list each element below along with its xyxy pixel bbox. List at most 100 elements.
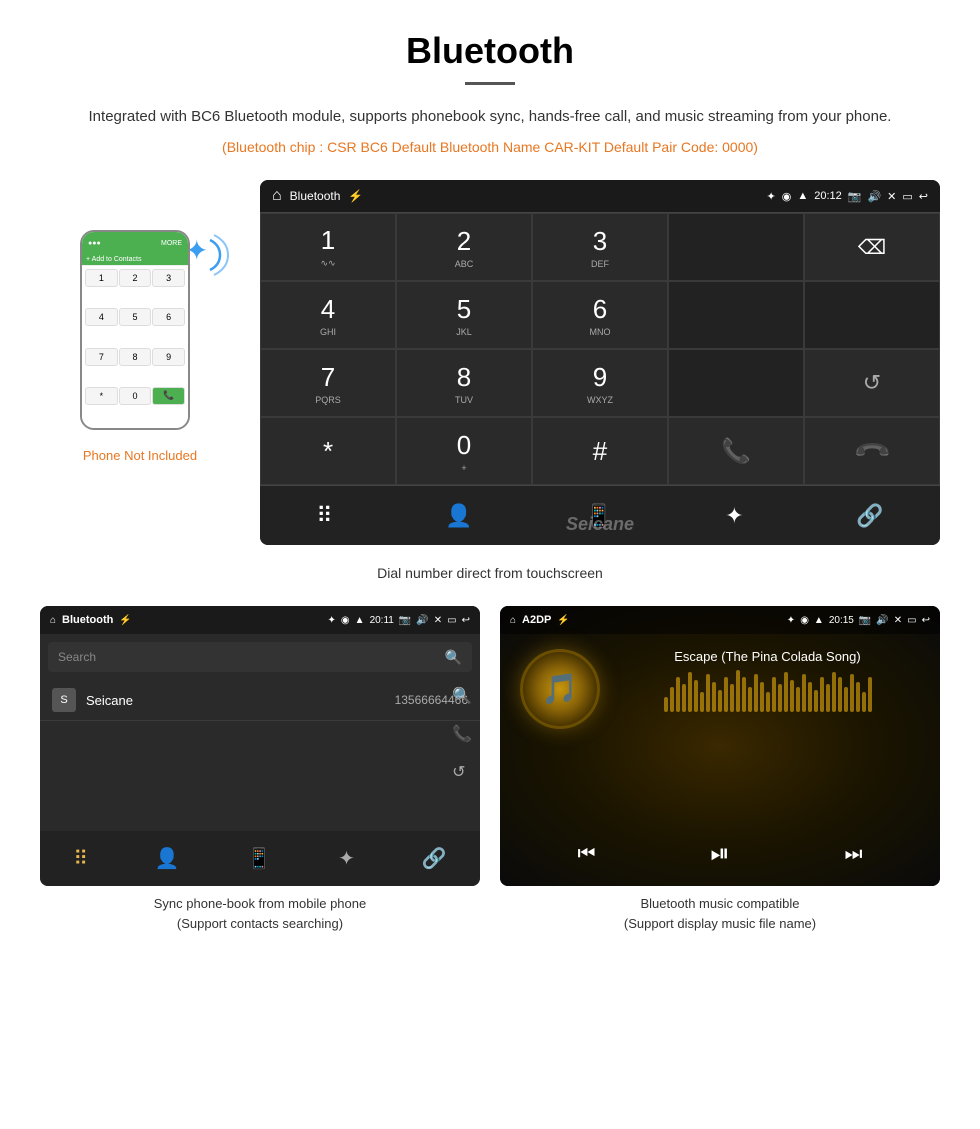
phone-key-7[interactable]: 7 [85, 348, 118, 366]
back-icon[interactable]: ↩ [919, 190, 928, 203]
pb-grid-icon[interactable]: ⠿ [73, 846, 88, 871]
dialpad-bottom-bar: ⠿ 👤 📱 ✦ 🔗 [260, 485, 940, 545]
eq-bar [784, 672, 788, 712]
eq-bar [688, 672, 692, 712]
dial-key-hash[interactable]: # [532, 417, 668, 485]
dial-key-5[interactable]: 5 JKL [396, 281, 532, 349]
phone-key-8[interactable]: 8 [119, 348, 152, 366]
eq-bar [700, 692, 704, 712]
pb-usb-icon: ⚡ [119, 615, 131, 626]
phone-contact-row: + Add to Contacts [82, 254, 188, 266]
pb-close-icon[interactable]: ✕ [434, 615, 442, 626]
pb-link-bottom-icon[interactable]: 🔗 [422, 846, 447, 871]
phone-key-5[interactable]: 5 [119, 308, 152, 326]
title-divider [465, 82, 515, 85]
pb-win-icon[interactable]: ▭ [447, 615, 456, 626]
next-track-button[interactable]: ⏭ [845, 843, 863, 866]
pb-vol-icon: 🔊 [416, 615, 428, 626]
phone-section: ✦ ●●●MORE + Add to Contacts 1 2 [40, 180, 240, 463]
music-win-icon[interactable]: ▭ [907, 615, 916, 626]
search-icon: 🔍 [445, 649, 462, 666]
bluetooth-icon[interactable]: ✦ [725, 503, 743, 529]
dial-key-call-red[interactable]: 📞 [804, 417, 940, 485]
dial-key-3[interactable]: 3 DEF [532, 213, 668, 281]
phone-key-6[interactable]: 6 [152, 308, 185, 326]
music-song-title: Escape (The Pina Colada Song) [615, 649, 920, 664]
dial-key-6[interactable]: 6 MNO [532, 281, 668, 349]
eq-bar [856, 682, 860, 712]
pb-side-search-icon[interactable]: 🔍 [452, 686, 472, 706]
volume-icon: 🔊 [867, 190, 881, 203]
dial-key-7[interactable]: 7 PQRS [260, 349, 396, 417]
phone-key-9[interactable]: 9 [152, 348, 185, 366]
link-icon[interactable]: 🔗 [856, 503, 883, 529]
music-loc-icon: ◉ [800, 615, 809, 626]
prev-track-button[interactable]: ⏮ [577, 843, 595, 866]
usb-icon: ⚡ [348, 189, 363, 203]
dial-key-backspace[interactable]: ⌫ [804, 213, 940, 281]
pb-contact-name: Seicane [86, 693, 395, 708]
music-eq [615, 672, 920, 712]
pb-bt-bottom-icon[interactable]: ✦ [338, 846, 355, 871]
dialpad-icon[interactable]: ⠿ [316, 503, 332, 529]
music-signal-icon: ▲ [814, 615, 824, 626]
main-caption: Dial number direct from touchscreen [40, 565, 940, 581]
page-title: Bluetooth [40, 30, 940, 72]
eq-bar [844, 687, 848, 712]
dial-key-star[interactable]: * [260, 417, 396, 485]
pb-contacts-icon[interactable]: 👤 [155, 846, 180, 871]
phone-key-2[interactable]: 2 [119, 269, 152, 287]
eq-bar [808, 682, 812, 712]
pb-home-icon[interactable]: ⌂ [50, 615, 56, 626]
music-back-icon[interactable]: ↩ [922, 615, 930, 626]
music-screen: ⌂ A2DP ⚡ ✦ ◉ ▲ 20:15 📷 🔊 ✕ ▭ ↩ [500, 606, 940, 886]
pb-phone-icon[interactable]: 📱 [246, 846, 271, 871]
pb-side-refresh-icon[interactable]: ↺ [452, 762, 472, 782]
pb-back-icon[interactable]: ↩ [462, 615, 470, 626]
refresh-icon: ↺ [863, 370, 881, 396]
home-icon[interactable]: ⌂ [272, 187, 282, 205]
eq-bar [742, 677, 746, 712]
pb-side-icons: 🔍 📞 ↺ [452, 686, 472, 782]
dial-key-0[interactable]: 0 + [396, 417, 532, 485]
dial-key-2[interactable]: 2 ABC [396, 213, 532, 281]
dial-key-call-green[interactable]: 📞 [668, 417, 804, 485]
dial-key-empty-1 [668, 213, 804, 281]
phone-key-call[interactable]: 📞 [152, 387, 185, 405]
status-left: ⌂ Bluetooth ⚡ [272, 187, 363, 205]
phone-illustration: ✦ ●●●MORE + Add to Contacts 1 2 [60, 200, 220, 440]
phone-key-star[interactable]: * [85, 387, 118, 405]
eq-bar [838, 677, 842, 712]
dial-key-empty-3 [804, 281, 940, 349]
window-icon[interactable]: ▭ [902, 190, 912, 203]
dial-key-refresh[interactable]: ↺ [804, 349, 940, 417]
eq-bar [760, 682, 764, 712]
pb-time: 20:11 [370, 615, 394, 626]
phone-key-0[interactable]: 0 [119, 387, 152, 405]
eq-bar [706, 674, 710, 712]
page-wrapper: Bluetooth Integrated with BC6 Bluetooth … [0, 0, 980, 973]
location-icon: ◉ [782, 190, 792, 203]
close-icon[interactable]: ✕ [887, 190, 896, 203]
music-home-icon[interactable]: ⌂ [510, 615, 516, 626]
phone-key-3[interactable]: 3 [152, 269, 185, 287]
phone-icon[interactable]: 📱 [585, 503, 612, 529]
dial-key-8[interactable]: 8 TUV [396, 349, 532, 417]
pb-side-call-icon[interactable]: 📞 [452, 724, 472, 744]
play-pause-button[interactable]: ⏯ [710, 840, 729, 868]
bottom-screenshots: ⌂ Bluetooth ⚡ ✦ ◉ ▲ 20:11 📷 🔊 ✕ ▭ ↩ [40, 606, 940, 933]
pb-avatar: S [52, 688, 76, 712]
contacts-icon[interactable]: 👤 [445, 503, 472, 529]
eq-bar [718, 690, 722, 712]
music-close-icon[interactable]: ✕ [894, 615, 902, 626]
dial-key-1[interactable]: 1 ∿∿ [260, 213, 396, 281]
dial-status-bar: ⌂ Bluetooth ⚡ ✦ ◉ ▲ 20:12 📷 🔊 ✕ ▭ ↩ [260, 180, 940, 212]
phone-key-1[interactable]: 1 [85, 269, 118, 287]
eq-bar [868, 677, 872, 712]
dial-key-9[interactable]: 9 WXYZ [532, 349, 668, 417]
pb-search-bar[interactable]: Search 🔍 [48, 642, 472, 672]
dial-key-4[interactable]: 4 GHI [260, 281, 396, 349]
music-title: A2DP [522, 614, 551, 626]
phone-key-4[interactable]: 4 [85, 308, 118, 326]
dial-status-title: Bluetooth [290, 189, 341, 203]
